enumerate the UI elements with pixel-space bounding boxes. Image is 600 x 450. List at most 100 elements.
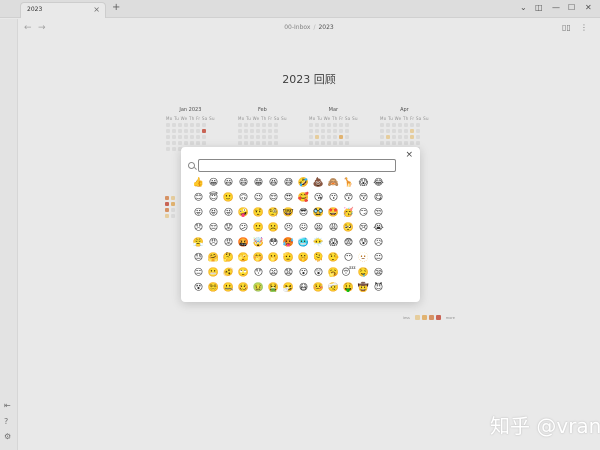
emoji-option[interactable]: 😕 [236,221,251,236]
emoji-option[interactable]: 🤮 [266,281,281,296]
emoji-option[interactable]: 😔 [206,221,221,236]
emoji-option[interactable]: 🤕 [326,281,341,296]
emoji-option[interactable]: 🫣 [236,251,251,266]
emoji-option[interactable]: 😫 [311,221,326,236]
emoji-option[interactable]: 🥶 [296,236,311,251]
emoji-option[interactable]: 😝 [206,206,221,221]
emoji-option[interactable]: 🙈 [326,176,341,191]
emoji-option[interactable]: 😲 [311,266,326,281]
emoji-option[interactable]: 😴 [341,266,356,281]
emoji-option[interactable]: 😙 [341,191,356,206]
emoji-option[interactable]: 🤠 [356,281,371,296]
emoji-option[interactable]: 😥 [371,236,386,251]
emoji-option[interactable]: 🙄 [236,266,251,281]
emoji-option[interactable]: 😊 [191,191,206,206]
emoji-option[interactable]: 😅 [281,176,296,191]
emoji-option[interactable]: 😣 [281,221,296,236]
emoji-search-input[interactable] [198,159,396,172]
emoji-option[interactable]: 😚 [356,191,371,206]
emoji-option[interactable]: 🤪 [236,206,251,221]
emoji-option[interactable]: 😤 [191,236,206,251]
emoji-option[interactable]: 😑 [191,266,206,281]
emoji-option[interactable]: 🤣 [296,176,311,191]
emoji-option[interactable]: 😋 [371,191,386,206]
emoji-option[interactable]: 🫡 [281,251,296,266]
emoji-option[interactable]: 😎 [296,206,311,221]
emoji-option[interactable]: 😯 [251,266,266,281]
emoji-option[interactable]: 👍 [191,176,206,191]
close-icon[interactable]: × [405,150,413,160]
emoji-option[interactable]: 🤨 [251,206,266,221]
emoji-option[interactable]: 🤐 [221,281,236,296]
emoji-option[interactable]: 🥵 [281,236,296,251]
emoji-option[interactable]: 😜 [221,206,236,221]
emoji-option[interactable]: 🤩 [326,206,341,221]
emoji-option[interactable]: 😱 [326,236,341,251]
emoji-option[interactable]: 😒 [371,206,386,221]
emoji-option[interactable]: 😮 [296,266,311,281]
emoji-option[interactable]: 🤗 [206,251,221,266]
emoji-option[interactable]: 🤤 [356,266,371,281]
emoji-option[interactable]: 💩 [311,176,326,191]
emoji-option[interactable]: 🙁 [251,221,266,236]
emoji-option[interactable]: 😖 [296,221,311,236]
emoji-option[interactable]: 😇 [206,191,221,206]
emoji-option[interactable]: 😵‍💫 [206,281,221,296]
emoji-option[interactable]: 😡 [221,236,236,251]
emoji-option[interactable]: 😧 [281,266,296,281]
emoji-option[interactable]: 😱 [356,176,371,191]
emoji-option[interactable]: 😉 [251,191,266,206]
emoji-option[interactable]: 😞 [191,221,206,236]
emoji-option[interactable]: 😁 [251,176,266,191]
emoji-option[interactable]: 🦒 [341,176,356,191]
emoji-option[interactable]: 🤑 [341,281,356,296]
emoji-option[interactable]: 😆 [266,176,281,191]
emoji-option[interactable]: 😭 [371,221,386,236]
emoji-option[interactable]: 😪 [371,266,386,281]
emoji-option[interactable]: 😀 [206,176,221,191]
emoji-option[interactable]: 😨 [341,236,356,251]
emoji-option[interactable]: 🤭 [251,251,266,266]
emoji-option[interactable]: 🙂 [221,191,236,206]
emoji-option[interactable]: 🥸 [311,206,326,221]
emoji-option[interactable]: 🤧 [281,281,296,296]
emoji-option[interactable]: 😦 [266,266,281,281]
emoji-option[interactable]: 😂 [371,176,386,191]
emoji-option[interactable]: 😢 [356,221,371,236]
emoji-option[interactable]: 😷 [296,281,311,296]
emoji-option[interactable]: 😘 [311,191,326,206]
emoji-option[interactable]: 🥺 [341,221,356,236]
emoji-option[interactable]: 😍 [281,191,296,206]
emoji-option[interactable]: 😰 [356,236,371,251]
emoji-option[interactable]: 😠 [206,236,221,251]
emoji-option[interactable]: 😩 [326,221,341,236]
emoji-option[interactable]: 🫠 [311,251,326,266]
emoji-option[interactable]: 🫢 [266,251,281,266]
emoji-option[interactable]: 🤯 [251,236,266,251]
emoji-option[interactable]: 🥰 [296,191,311,206]
emoji-option[interactable]: 😶 [341,251,356,266]
emoji-option[interactable]: 😟 [221,221,236,236]
emoji-option[interactable]: 😄 [236,176,251,191]
emoji-option[interactable]: 🤓 [281,206,296,221]
emoji-option[interactable]: 😃 [221,176,236,191]
emoji-option[interactable]: 🧐 [266,206,281,221]
emoji-option[interactable]: 🤥 [326,251,341,266]
emoji-option[interactable]: 😳 [266,236,281,251]
emoji-option[interactable]: ☹️ [266,221,281,236]
emoji-option[interactable]: 😛 [191,206,206,221]
emoji-option[interactable]: 🤒 [311,281,326,296]
emoji-option[interactable]: 🥱 [326,266,341,281]
emoji-option[interactable]: 🤔 [221,251,236,266]
emoji-option[interactable]: 🤢 [251,281,266,296]
emoji-option[interactable]: 🥳 [341,206,356,221]
emoji-option[interactable]: 😓 [191,251,206,266]
emoji-option[interactable]: 😐 [371,251,386,266]
emoji-option[interactable]: 😶‍🌫️ [311,236,326,251]
emoji-option[interactable]: 🫨 [221,266,236,281]
emoji-option[interactable]: 🤬 [236,236,251,251]
emoji-option[interactable]: 😏 [356,206,371,221]
emoji-option[interactable]: 😵 [191,281,206,296]
emoji-option[interactable]: 🤫 [296,251,311,266]
emoji-option[interactable]: 😬 [206,266,221,281]
